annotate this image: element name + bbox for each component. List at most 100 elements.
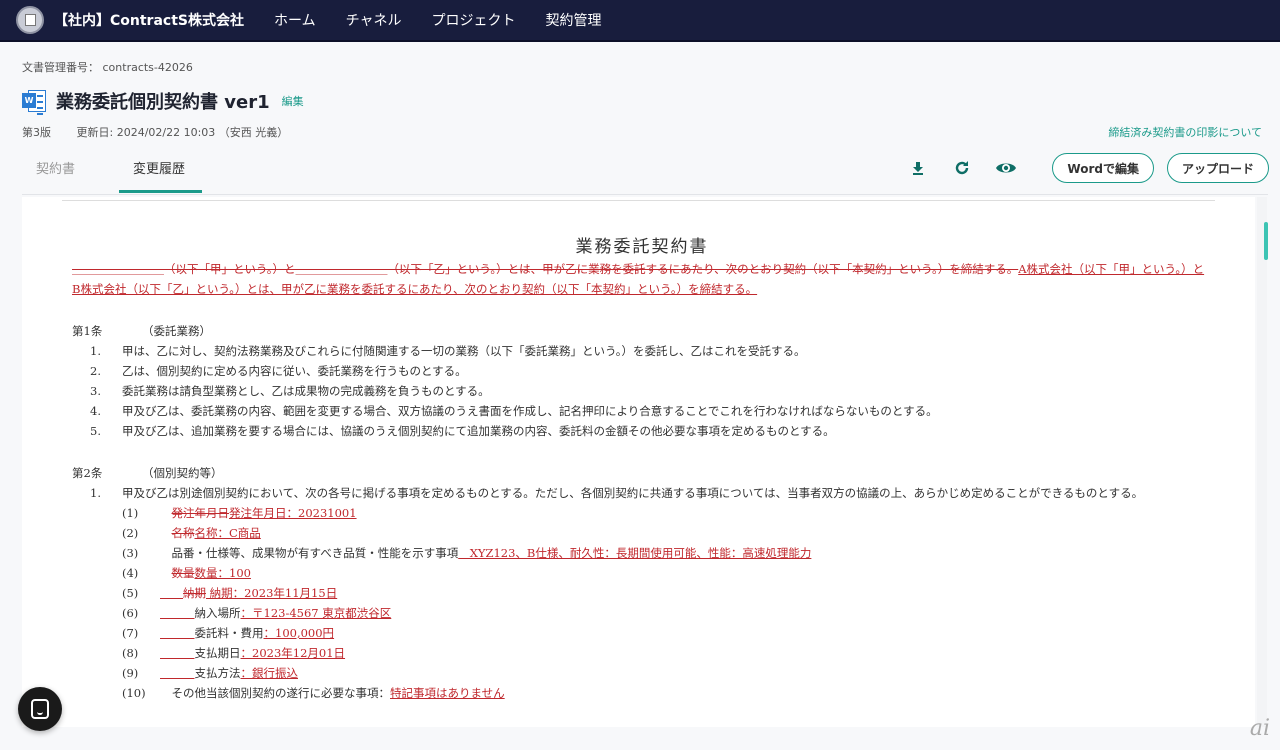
item-text: 甲及び乙は、委託業務の内容、範囲を変更する場合、双方協議のうえ書面を作成し、記名…: [122, 404, 938, 418]
org-name[interactable]: 【社内】ContractS株式会社: [54, 10, 244, 30]
sub-item-number: (1): [122, 506, 139, 520]
deleted-text: ＿＿＿＿＿＿＿＿（以下「甲」という。）と＿＿＿＿＿＿＿＿（以下「乙」という。）と…: [72, 262, 1019, 276]
sub-item: (9) ＿＿＿支払方法：銀行振込: [72, 663, 1212, 683]
scrollbar-thumb[interactable]: [1264, 222, 1268, 260]
upload-button[interactable]: アップロード: [1166, 153, 1269, 183]
inserted-text: ：100,000円: [263, 626, 335, 640]
sub-item-number: (10): [122, 686, 146, 700]
inserted-text: 名称：C商品: [194, 526, 261, 540]
text: 支払方法: [194, 666, 241, 680]
text: [160, 526, 172, 540]
preview-eye-icon[interactable]: [995, 157, 1017, 179]
sub-item-number: (7): [122, 626, 139, 640]
inserted-text: ：銀行振込: [240, 666, 299, 680]
inserted-text: 特記事項はありません: [390, 686, 505, 700]
deleted-text: 名称: [171, 526, 195, 540]
item-text: 甲は、乙に対し、契約法務業務及びこれらに付随関連する一切の業務（以下「委託業務」…: [122, 344, 806, 358]
text: 支払期日: [194, 646, 241, 660]
inserted-text: XYZ123、B仕様、耐久性：長期間使用可能、性能：高速処理能力: [458, 546, 812, 560]
divider: [22, 194, 1268, 195]
sub-item-number: (8): [122, 646, 139, 660]
nav-channel[interactable]: チャネル: [346, 10, 402, 30]
chat-support-button[interactable]: [18, 687, 62, 731]
item-text: 甲及び乙は別途個別契約において、次の各号に掲げる事項を定めるものとする。ただし、…: [122, 486, 1144, 500]
article-1: 第1条 （委託業務） 1. 甲は、乙に対し、契約法務業務及びこれらに付随関連する一切…: [72, 321, 1212, 441]
item-text: 乙は、個別契約に定める内容に従い、委託業務を行うものとする。: [122, 364, 467, 378]
document-viewer: 業務委託契約書 ＿＿＿＿＿＿＿＿（以下「甲」という。）と＿＿＿＿＿＿＿＿（以下「…: [22, 197, 1255, 727]
list-item: 4. 甲及び乙は、委託業務の内容、範囲を変更する場合、双方協議のうえ書面を作成し、…: [72, 401, 1212, 421]
nav-project[interactable]: プロジェクト: [431, 10, 515, 30]
doc-number-label: 文書管理番号：: [22, 61, 99, 74]
article-number: 第1条: [72, 324, 103, 338]
list-item: 2. 乙は、個別契約に定める内容に従い、委託業務を行うものとする。: [72, 361, 1212, 381]
list-item: 1. 甲は、乙に対し、契約法務業務及びこれらに付随関連する一切の業務（以下「委託業…: [72, 341, 1212, 361]
text: 品番・仕様等、成果物が有すべき品質・性能を示す事項: [160, 546, 459, 560]
sub-item-number: (4): [122, 566, 139, 580]
text: 納入場所: [194, 606, 241, 620]
preamble: ＿＿＿＿＿＿＿＿（以下「甲」という。）と＿＿＿＿＿＿＿＿（以下「乙」という。）と…: [72, 259, 1212, 299]
list-item: 1. 甲及び乙は別途個別契約において、次の各号に掲げる事項を定めるものとする。ただ…: [72, 483, 1212, 503]
deleted-text: 数量: [171, 566, 195, 580]
sub-item: (7) ＿＿＿委託料・費用：100,000円: [72, 623, 1212, 643]
document-title: 業務委託個別契約書 ver1: [56, 92, 270, 113]
word-edit-button[interactable]: Wordで編集: [1052, 153, 1154, 183]
item-number: 4.: [90, 404, 101, 418]
chat-icon: [31, 699, 49, 719]
footer-area: [0, 727, 1280, 750]
text: [160, 506, 172, 520]
watermark-logo: ai: [1249, 716, 1270, 741]
deleted-text: 納期: [183, 586, 206, 600]
updated-at: 更新日: 2024/02/22 10:03 （安西 光義）: [76, 126, 289, 139]
refresh-icon[interactable]: [951, 157, 973, 179]
inserted-text: ＿＿: [160, 586, 183, 600]
tab-change-history[interactable]: 変更履歴: [119, 152, 203, 193]
sub-item: (10) その他当該個別契約の遂行に必要な事項：特記事項はありません: [72, 683, 1212, 703]
inserted-text: ＿＿＿: [160, 646, 195, 660]
item-number: 2.: [90, 364, 101, 378]
item-number: 3.: [90, 384, 101, 398]
doc-number-value: contracts-42026: [102, 61, 193, 74]
article-2: 第2条 （個別契約等） 1. 甲及び乙は別途個別契約において、次の各号に掲げる事項を…: [72, 463, 1212, 703]
page-top-line: [62, 200, 1215, 201]
item-number: 1.: [90, 344, 101, 358]
item-number: 5.: [90, 424, 101, 438]
sub-item: (2) 名称名称：C商品: [72, 523, 1212, 543]
article-title: （個別契約等）: [142, 466, 223, 480]
text: その他当該個別契約の遂行に必要な事項：: [160, 686, 390, 700]
inserted-text: 納期：2023年11月15日: [206, 586, 338, 600]
top-navbar: 【社内】ContractS株式会社 ホーム チャネル プロジェクト 契約管理: [0, 0, 1280, 42]
sub-item-number: (3): [122, 546, 139, 560]
version: 第3版: [22, 126, 51, 139]
tab-contract[interactable]: 契約書: [22, 152, 89, 193]
deleted-text: 発注年月日: [171, 506, 230, 520]
document-heading: 業務委託契約書: [575, 237, 709, 257]
inserted-text: ＿＿＿: [160, 626, 195, 640]
tabs: 契約書 変更履歴: [22, 152, 232, 193]
article-title: （委託業務）: [142, 324, 211, 338]
building-icon[interactable]: [16, 6, 44, 34]
item-text: 委託業務は請負型業務とし、乙は成果物の完成義務を負うものとする。: [122, 384, 490, 398]
nav-contract-management[interactable]: 契約管理: [545, 10, 601, 30]
article-number: 第2条: [72, 466, 103, 480]
sub-item-number: (6): [122, 606, 139, 620]
nav-home[interactable]: ホーム: [274, 10, 316, 30]
text: 委託料・費用: [194, 626, 264, 640]
edit-title-link[interactable]: 編集: [282, 93, 304, 109]
sub-item: (1) 発注年月日発注年月日：20231001: [72, 503, 1212, 523]
scrollbar-track[interactable]: [1257, 197, 1267, 727]
inserted-text: 発注年月日：20231001: [229, 506, 357, 520]
download-icon[interactable]: [907, 157, 929, 179]
seal-info-link[interactable]: 締結済み契約書の印影について: [1108, 124, 1262, 140]
sub-item: (3) 品番・仕様等、成果物が有すべき品質・性能を示す事項 XYZ123、B仕様…: [72, 543, 1212, 563]
document-number: 文書管理番号： contracts-42026: [22, 59, 193, 75]
sub-item: (6) ＿＿＿納入場所：〒123-4567 東京都渋谷区: [72, 603, 1212, 623]
sub-item: (4) 数量数量：100: [72, 563, 1212, 583]
inserted-text: ：〒123-4567 東京都渋谷区: [240, 606, 392, 620]
toolbar: Wordで編集 アップロード: [907, 153, 1269, 183]
sub-item-number: (9): [122, 666, 139, 680]
sub-item: (8) ＿＿＿支払期日：2023年12月01日: [72, 643, 1212, 663]
word-file-icon: W: [22, 89, 46, 115]
document-meta: 第3版 更新日: 2024/02/22 10:03 （安西 光義）: [22, 124, 310, 140]
inserted-text: 数量：100: [194, 566, 251, 580]
inserted-text: ＿＿＿: [160, 666, 195, 680]
